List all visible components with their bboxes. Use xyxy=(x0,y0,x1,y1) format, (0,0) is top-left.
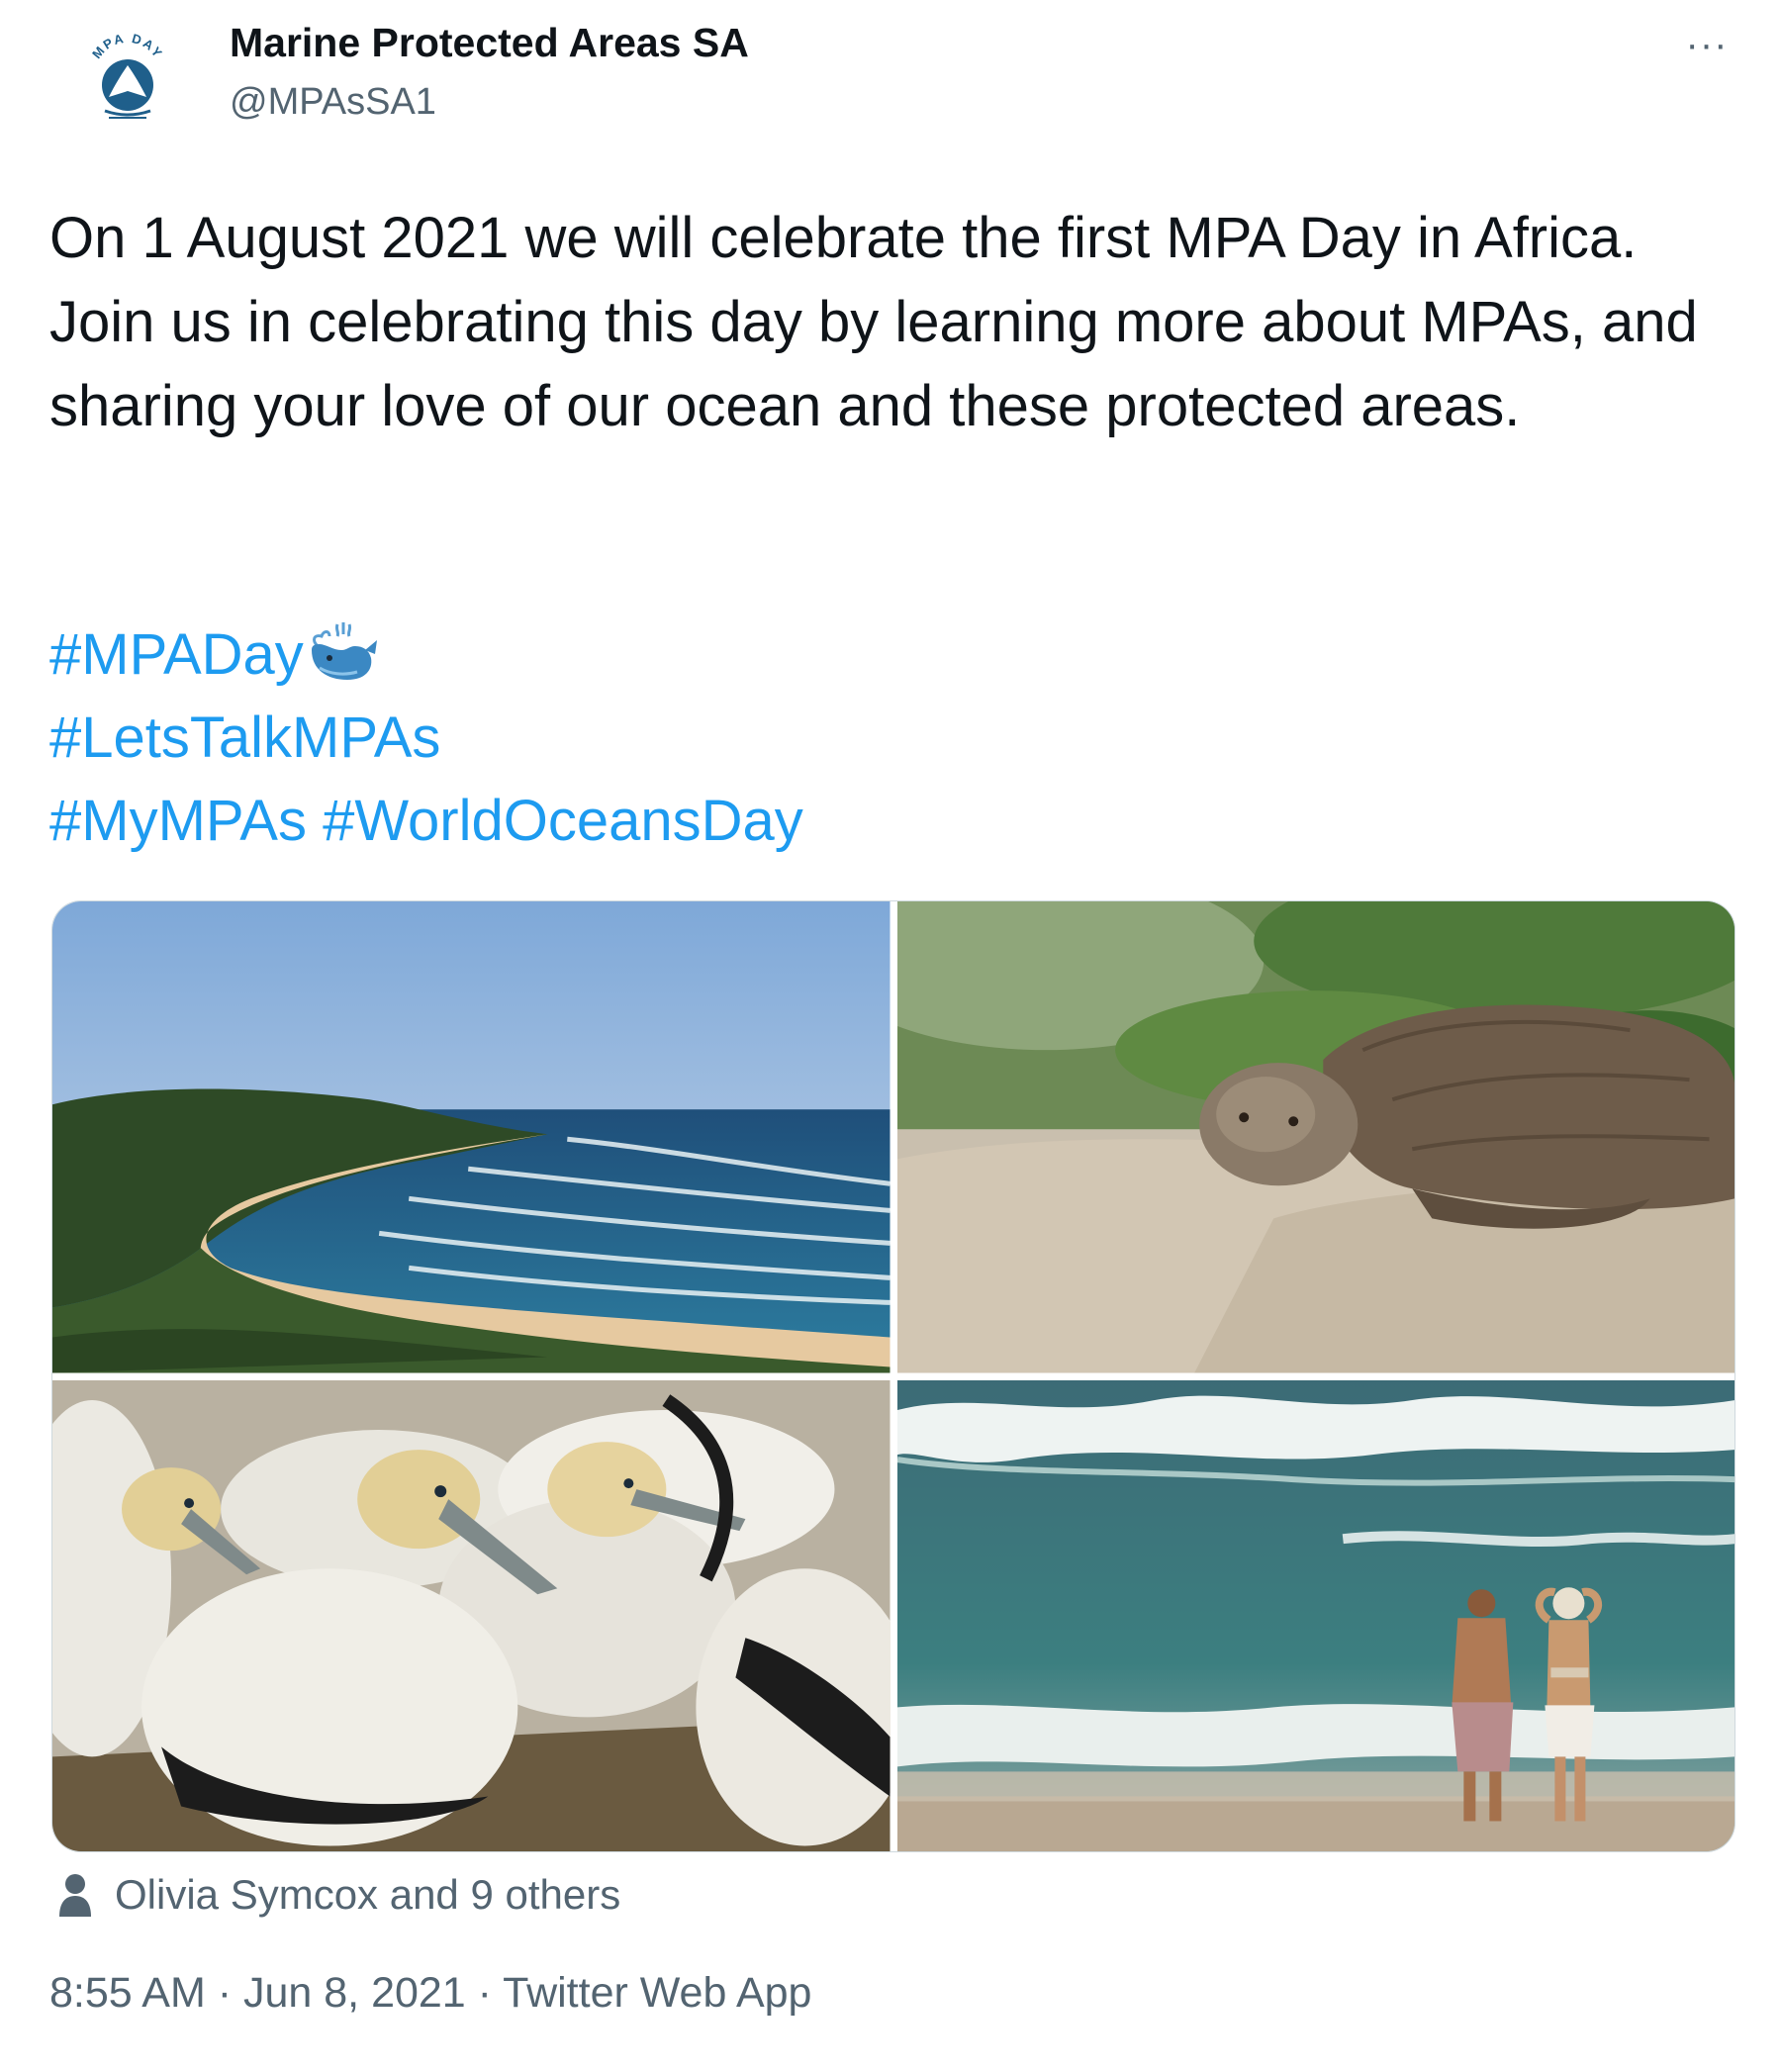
spouting-whale-icon xyxy=(311,622,377,680)
hashtag-line-3: #MyMPAs #WorldOceansDay xyxy=(49,780,1751,863)
tweet-time[interactable]: 8:55 AM xyxy=(49,1969,206,2017)
coastline-beach-photo[interactable] xyxy=(52,901,890,1373)
ellipsis-icon: ··· xyxy=(1685,22,1729,66)
mpa-day-logo-icon: MPA DAY xyxy=(80,31,175,126)
author-display-name[interactable]: Marine Protected Areas SA xyxy=(230,20,749,66)
tweet-date[interactable]: Jun 8, 2021 xyxy=(243,1969,466,2017)
hashtag-line-1: #MPADay xyxy=(49,613,1751,697)
people-watching-waves-photo[interactable] xyxy=(896,1379,1734,1851)
separator: · xyxy=(205,1969,243,2017)
tweet-metadata: 8:55 AM · Jun 8, 2021 · Twitter Web App xyxy=(49,1969,811,2018)
media-grid xyxy=(51,900,1735,1852)
hashtag-mympas[interactable]: #MyMPAs xyxy=(49,789,307,853)
liked-by-text: Olivia Symcox and 9 others xyxy=(115,1871,621,1918)
hashtag-worldoceansday[interactable]: #WorldOceansDay xyxy=(323,789,803,853)
hashtag-line-2: #LetsTalkMPAs xyxy=(49,697,1751,780)
liked-by[interactable]: Olivia Symcox and 9 others xyxy=(57,1865,620,1925)
author-handle[interactable]: @MPAsSA1 xyxy=(230,81,436,124)
hashtag-block: #MPADay #LetsTalkMPAs #MyMPAs #WorldOcea… xyxy=(49,613,1751,863)
separator: · xyxy=(465,1969,504,2017)
tweet: MPA DAY Marine Protected Areas SA @MPAsS… xyxy=(0,0,1781,2072)
tweet-source[interactable]: Twitter Web App xyxy=(503,1969,811,2017)
tweet-text: On 1 August 2021 we will celebrate the f… xyxy=(49,196,1751,448)
hashtag-letstalkmpas[interactable]: #LetsTalkMPAs xyxy=(49,706,440,770)
hashtag-mpaday[interactable]: #MPADay xyxy=(49,622,304,687)
tweet-text-content: On 1 August 2021 we will celebrate the f… xyxy=(49,206,1698,438)
more-options-button[interactable]: ··· xyxy=(1672,20,1741,69)
person-icon xyxy=(59,1874,91,1917)
avatar[interactable]: MPA DAY xyxy=(79,30,176,127)
cape-gannets-colony-photo[interactable] xyxy=(52,1379,890,1851)
sea-turtle-on-sand-photo[interactable] xyxy=(896,901,1734,1373)
